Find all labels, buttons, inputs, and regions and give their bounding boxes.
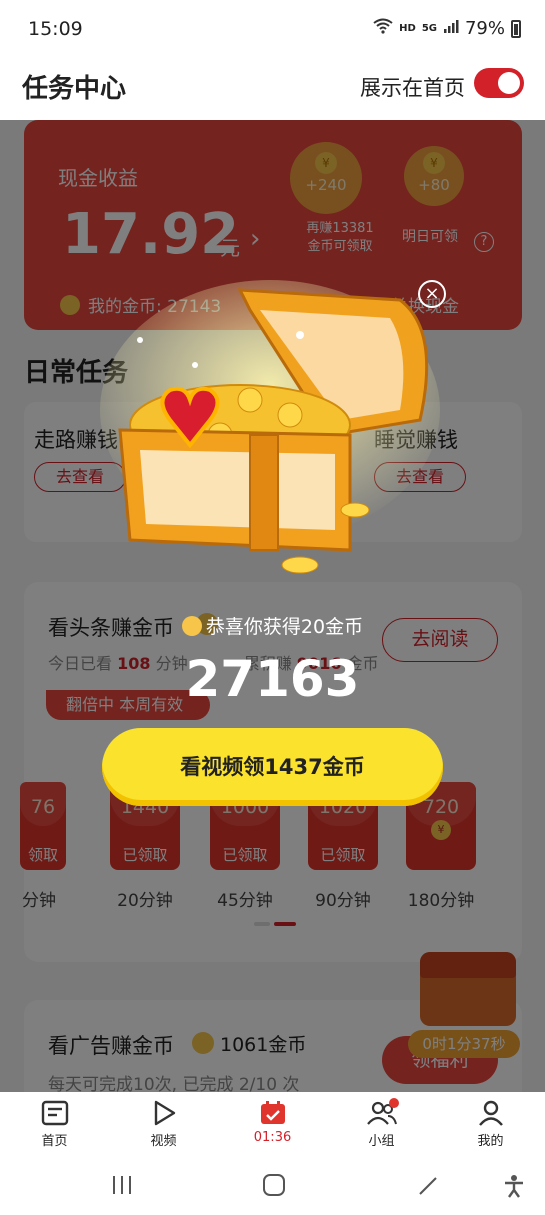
- status-bar: 15:09 HD 5G 79%: [0, 0, 545, 60]
- notification-dot: [388, 1098, 399, 1108]
- home-icon[interactable]: [262, 1174, 286, 1202]
- show-on-home-label: 展示在首页: [360, 76, 465, 100]
- recent-apps-icon[interactable]: [110, 1174, 134, 1202]
- tab-label: 01:36: [253, 1130, 292, 1145]
- system-nav-bar: [0, 1158, 545, 1215]
- show-on-home-toggle[interactable]: [474, 68, 524, 98]
- tab-home[interactable]: 首页: [10, 1100, 100, 1149]
- watch-video-button[interactable]: 看视频领1437金币: [102, 728, 443, 806]
- tab-tasks[interactable]: 01:36: [228, 1100, 318, 1145]
- tab-label: 小组: [368, 1134, 395, 1149]
- battery-icon: [511, 19, 521, 38]
- reward-text: 恭喜你获得20金币: [205, 616, 364, 638]
- battery-text: 79%: [464, 18, 505, 39]
- tab-group[interactable]: 小组: [337, 1098, 427, 1149]
- tab-label: 视频: [150, 1134, 177, 1149]
- calendar-icon: [259, 1100, 287, 1126]
- treasure-chest-illustration: [100, 270, 440, 580]
- pen-icon[interactable]: [416, 1174, 440, 1202]
- header: 任务中心 展示在首页: [0, 60, 545, 120]
- signal-label: 5G: [421, 23, 437, 34]
- network-label: HD: [399, 23, 416, 34]
- person-icon: [477, 1100, 505, 1126]
- bottom-tab-bar: 首页 视频 01:36 小组 我的: [0, 1092, 545, 1158]
- signal-icon: [443, 18, 459, 39]
- tab-label: 我的: [477, 1134, 504, 1149]
- modal-backdrop[interactable]: [0, 120, 545, 1092]
- coin-total: 27163: [185, 650, 360, 708]
- coin-icon: [181, 616, 202, 636]
- doc-icon: [41, 1100, 69, 1126]
- reward-message: 恭喜你获得20金币: [0, 612, 545, 639]
- wifi-icon: [373, 18, 393, 39]
- page-title: 任务中心: [22, 74, 127, 104]
- play-icon: [150, 1100, 178, 1126]
- tab-video[interactable]: 视频: [119, 1100, 209, 1149]
- tab-label: 首页: [41, 1134, 68, 1149]
- accessibility-icon[interactable]: [502, 1174, 526, 1204]
- status-time: 15:09: [28, 18, 83, 40]
- tab-me[interactable]: 我的: [446, 1100, 536, 1149]
- status-indicators: HD 5G 79%: [373, 18, 521, 39]
